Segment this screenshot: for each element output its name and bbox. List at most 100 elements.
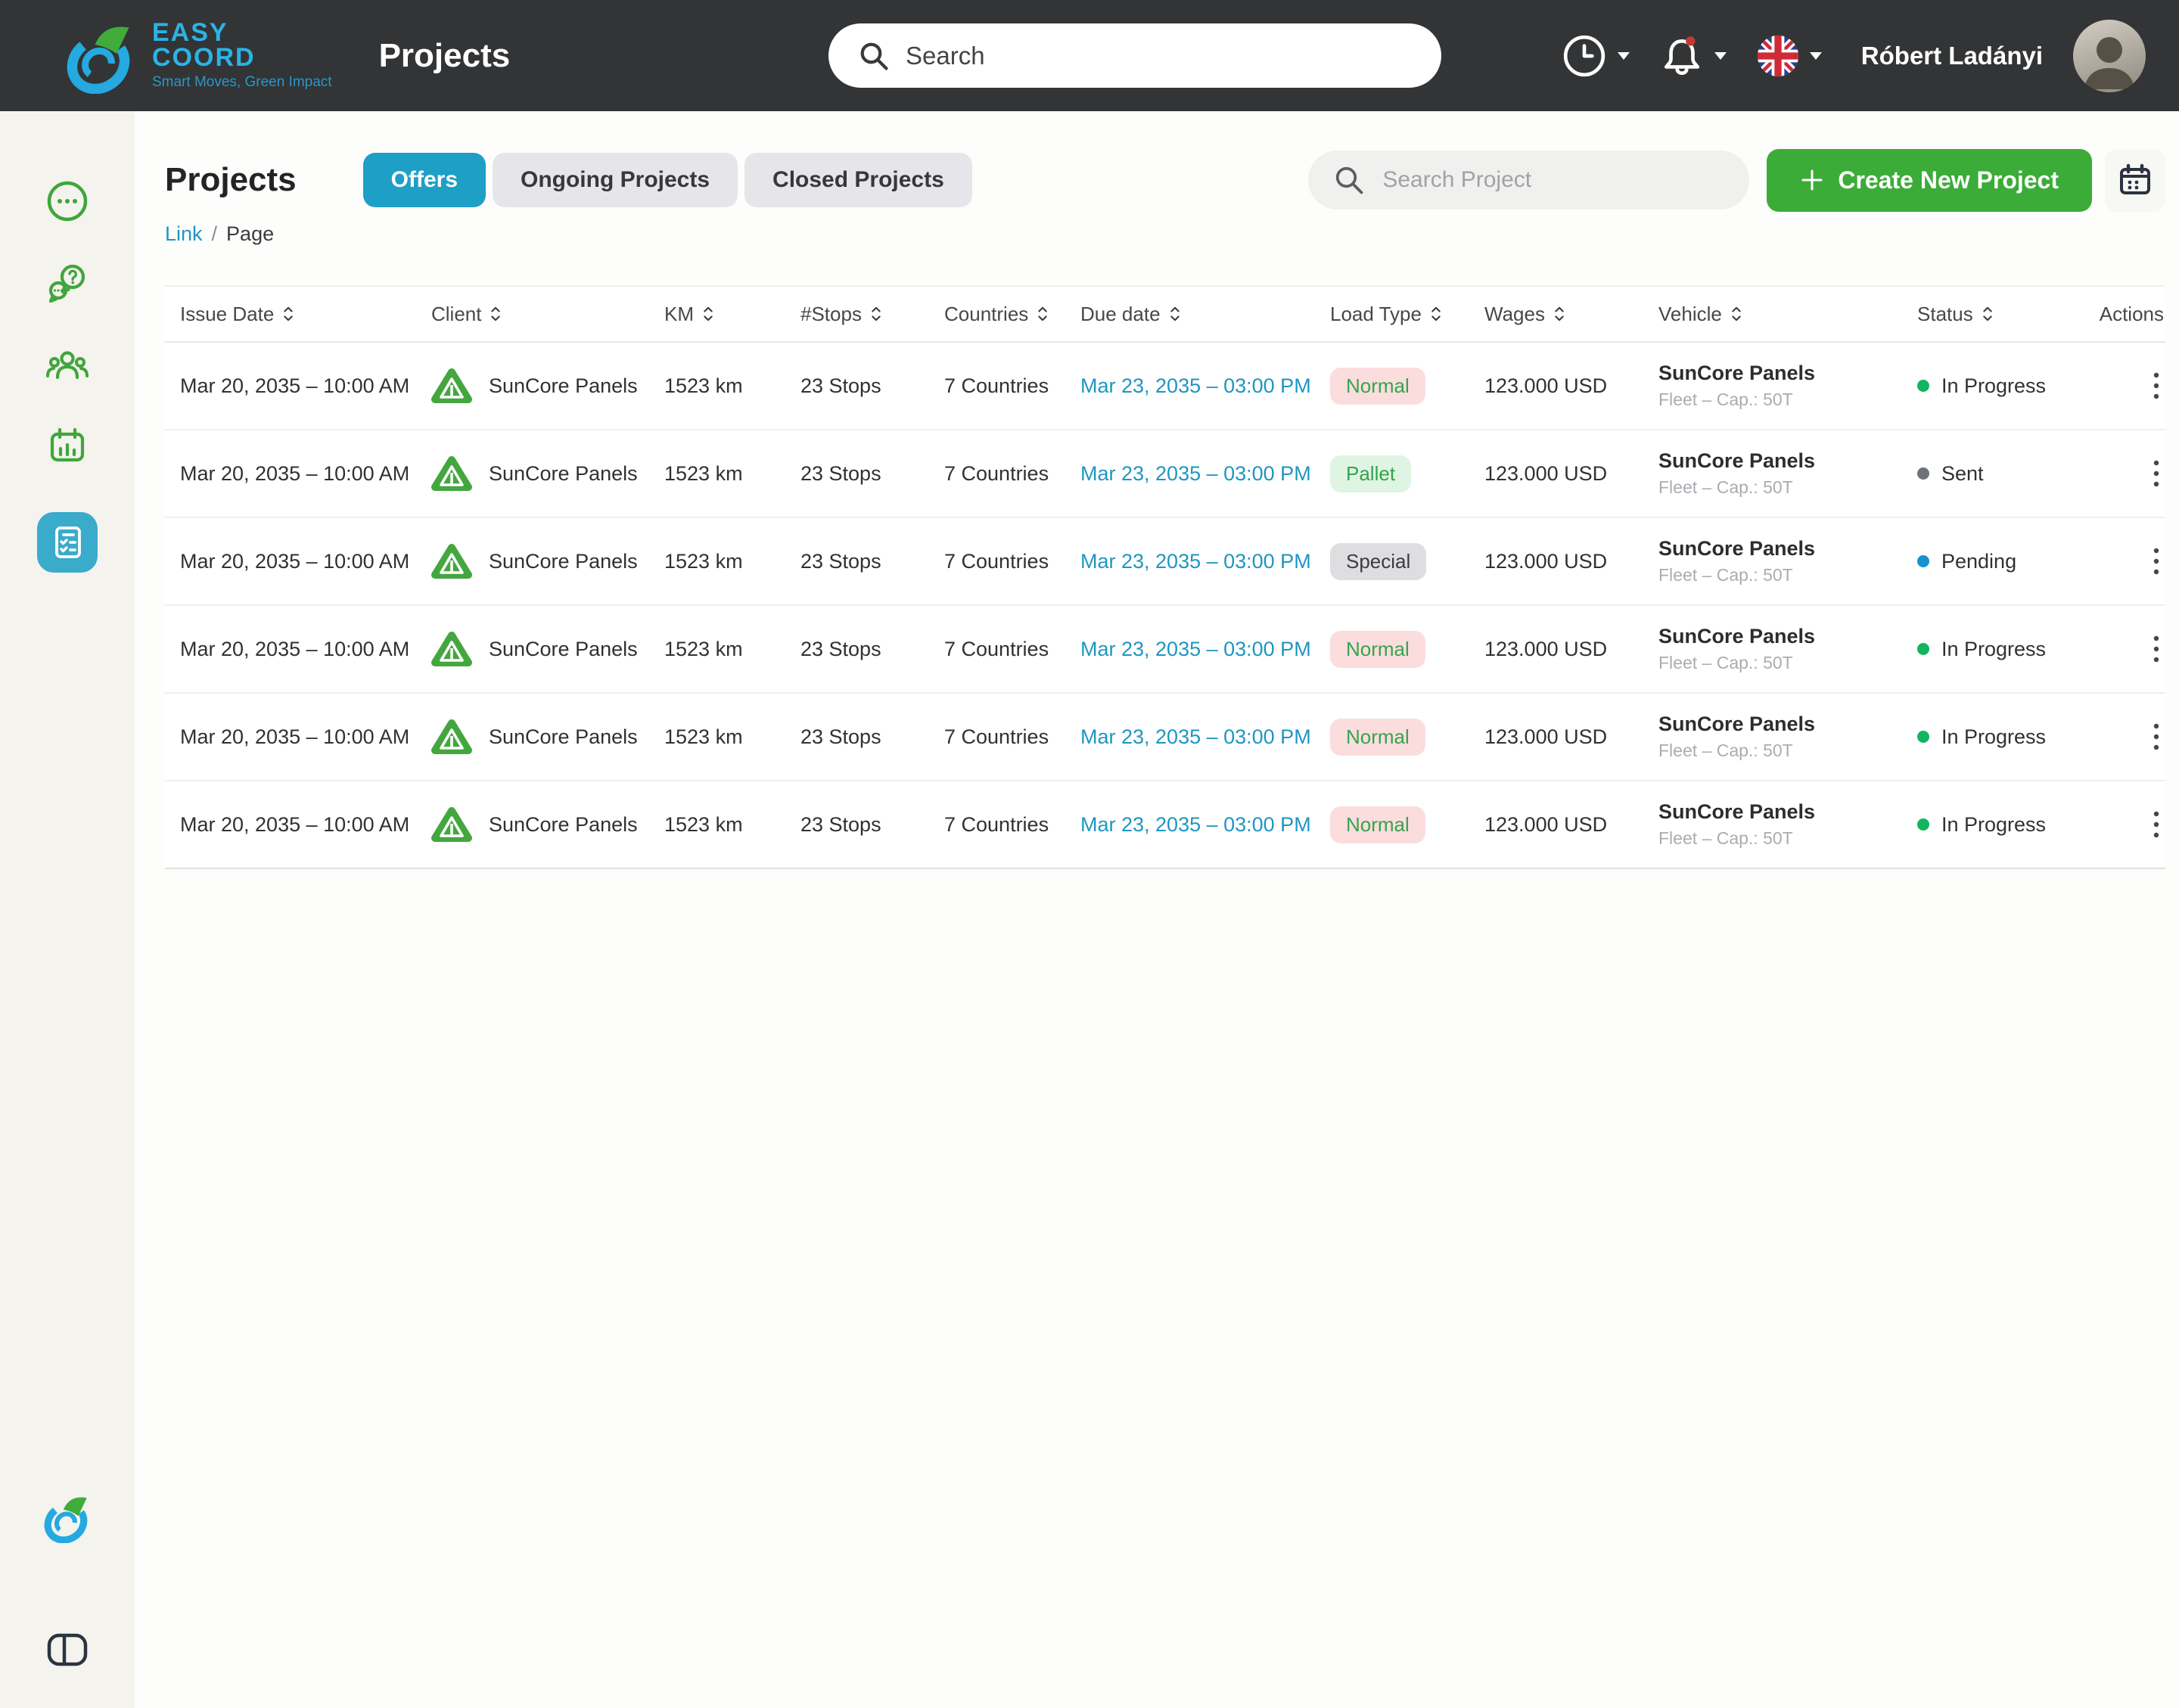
kebab-menu-icon (2153, 809, 2159, 840)
load-type-badge: Special (1330, 542, 1427, 580)
cell-countries: 7 Countries (944, 461, 1049, 485)
column-header-due-date[interactable]: Due date (1080, 303, 1330, 326)
breadcrumb-link[interactable]: Link (165, 222, 203, 246)
cell-due-date[interactable]: Mar 23, 2035 – 03:00 PM (1080, 638, 1330, 661)
cell-wages: 123.000 USD (1484, 461, 1608, 485)
column-header-vehicle[interactable]: Vehicle (1658, 303, 1917, 326)
status-label: In Progress (1941, 812, 2047, 836)
cell-due-date[interactable]: Mar 23, 2035 – 03:00 PM (1080, 550, 1330, 573)
status-label: In Progress (1941, 725, 2047, 748)
column-header-countries[interactable]: Countries (944, 303, 1080, 326)
cell-due-date[interactable]: Mar 23, 2035 – 03:00 PM (1080, 374, 1330, 398)
cell-load-type: Special (1330, 542, 1484, 580)
kebab-menu-icon (2153, 458, 2159, 489)
sidebar-item-team[interactable] (45, 343, 89, 387)
vehicle-name: SunCore Panels (1658, 449, 1816, 472)
bell-icon (1660, 33, 1704, 79)
kebab-menu-icon (2153, 634, 2159, 664)
cell-due-date[interactable]: Mar 23, 2035 – 03:00 PM (1080, 725, 1330, 749)
breadcrumb: Link / Page (165, 222, 2165, 246)
sidebar-collapse-button[interactable] (46, 1632, 89, 1667)
column-header-status[interactable]: Status (1917, 303, 2117, 326)
sidebar-item-projects[interactable] (37, 512, 98, 573)
sort-icon (1038, 306, 1047, 321)
status-dot (1917, 467, 1929, 480)
user-name[interactable]: Róbert Ladányi (1861, 42, 2043, 70)
global-search-input[interactable] (906, 41, 1419, 70)
search-icon (1334, 165, 1364, 195)
language-dropdown-button[interactable] (1757, 35, 1822, 77)
notification-badge-dot (1685, 36, 1696, 46)
status-label: Sent (1941, 461, 1984, 485)
cell-status: In Progress (1917, 725, 2117, 749)
plus-icon (1800, 168, 1824, 192)
cell-client: SunCore Panels (431, 804, 664, 845)
cell-due-date[interactable]: Mar 23, 2035 – 03:00 PM (1080, 462, 1330, 486)
avatar[interactable] (2073, 19, 2146, 92)
cell-stops: 23 Stops (800, 461, 881, 485)
calendar-view-button[interactable] (2105, 148, 2165, 212)
sort-icon (284, 306, 294, 321)
vehicle-detail: Fleet – Cap.: 50T (1658, 653, 1793, 672)
cell-load-type: Normal (1330, 367, 1484, 405)
sidebar-item-schedule[interactable] (45, 424, 89, 468)
client-name: SunCore Panels (489, 374, 638, 397)
cell-vehicle: SunCore Panels Fleet – Cap.: 50T (1658, 800, 1917, 849)
sidebar-item-more[interactable] (45, 179, 89, 223)
client-logo-icon (431, 541, 472, 582)
row-actions-button[interactable] (2117, 458, 2164, 489)
row-actions-button[interactable] (2117, 722, 2164, 752)
column-header-load-type[interactable]: Load Type (1330, 303, 1484, 326)
tab-offers[interactable]: Offers (362, 153, 486, 207)
calendar-icon (2117, 162, 2153, 198)
row-actions-button[interactable] (2117, 371, 2164, 401)
project-search-input[interactable] (1382, 167, 1735, 193)
tab-ongoing-projects[interactable]: Ongoing Projects (493, 153, 738, 207)
table-row: Mar 20, 2035 – 10:00 AM SunCore Panels 1… (165, 518, 2165, 606)
calendar-stats-icon (45, 424, 89, 468)
search-icon (859, 41, 889, 71)
sort-icon (872, 306, 881, 321)
status-dot (1917, 643, 1929, 655)
history-dropdown-button[interactable] (1562, 33, 1630, 79)
cell-status: In Progress (1917, 374, 2117, 398)
sort-icon (1555, 306, 1564, 321)
cell-km: 1523 km (664, 812, 743, 836)
brand-line1: EASY (152, 18, 228, 47)
column-label: Status (1917, 302, 1973, 325)
create-new-project-button[interactable]: Create New Project (1767, 148, 2092, 212)
status-label: In Progress (1941, 637, 2047, 660)
row-actions-button[interactable] (2117, 546, 2164, 576)
breadcrumb-separator: / (211, 222, 218, 245)
cell-vehicle: SunCore Panels Fleet – Cap.: 50T (1658, 537, 1917, 585)
column-label: Wages (1484, 302, 1545, 325)
cell-issue-date: Mar 20, 2035 – 10:00 AM (180, 637, 410, 660)
column-header-km[interactable]: KM (664, 303, 800, 326)
cell-wages: 123.000 USD (1484, 637, 1608, 660)
cell-stops: 23 Stops (800, 637, 881, 660)
cell-countries: 7 Countries (944, 637, 1049, 660)
brand-tagline: Smart Moves, Green Impact (152, 74, 332, 90)
client-logo-icon (431, 804, 472, 845)
column-header-stops[interactable]: #Stops (800, 303, 944, 326)
cell-due-date[interactable]: Mar 23, 2035 – 03:00 PM (1080, 813, 1330, 837)
row-actions-button[interactable] (2117, 634, 2164, 664)
column-label: Actions (2099, 302, 2164, 325)
cell-status: Pending (1917, 550, 2117, 573)
vehicle-detail: Fleet – Cap.: 50T (1658, 477, 1793, 497)
table-row: Mar 20, 2035 – 10:00 AM SunCore Panels 1… (165, 781, 2165, 869)
sidebar-item-support[interactable] (45, 261, 89, 305)
column-header-wages[interactable]: Wages (1484, 303, 1658, 326)
vehicle-detail: Fleet – Cap.: 50T (1658, 565, 1793, 585)
cell-status: In Progress (1917, 638, 2117, 661)
notifications-dropdown-button[interactable] (1660, 33, 1727, 79)
vehicle-detail: Fleet – Cap.: 50T (1658, 741, 1793, 760)
cell-load-type: Normal (1330, 718, 1484, 756)
tab-closed-projects[interactable]: Closed Projects (744, 153, 972, 207)
client-name: SunCore Panels (489, 637, 638, 660)
brand-logo[interactable]: EASY COORD Smart Moves, Green Impact (64, 18, 332, 94)
column-header-issue-date[interactable]: Issue Date (180, 303, 431, 326)
column-label: Countries (944, 302, 1029, 325)
column-header-client[interactable]: Client (431, 303, 664, 326)
row-actions-button[interactable] (2117, 809, 2164, 840)
